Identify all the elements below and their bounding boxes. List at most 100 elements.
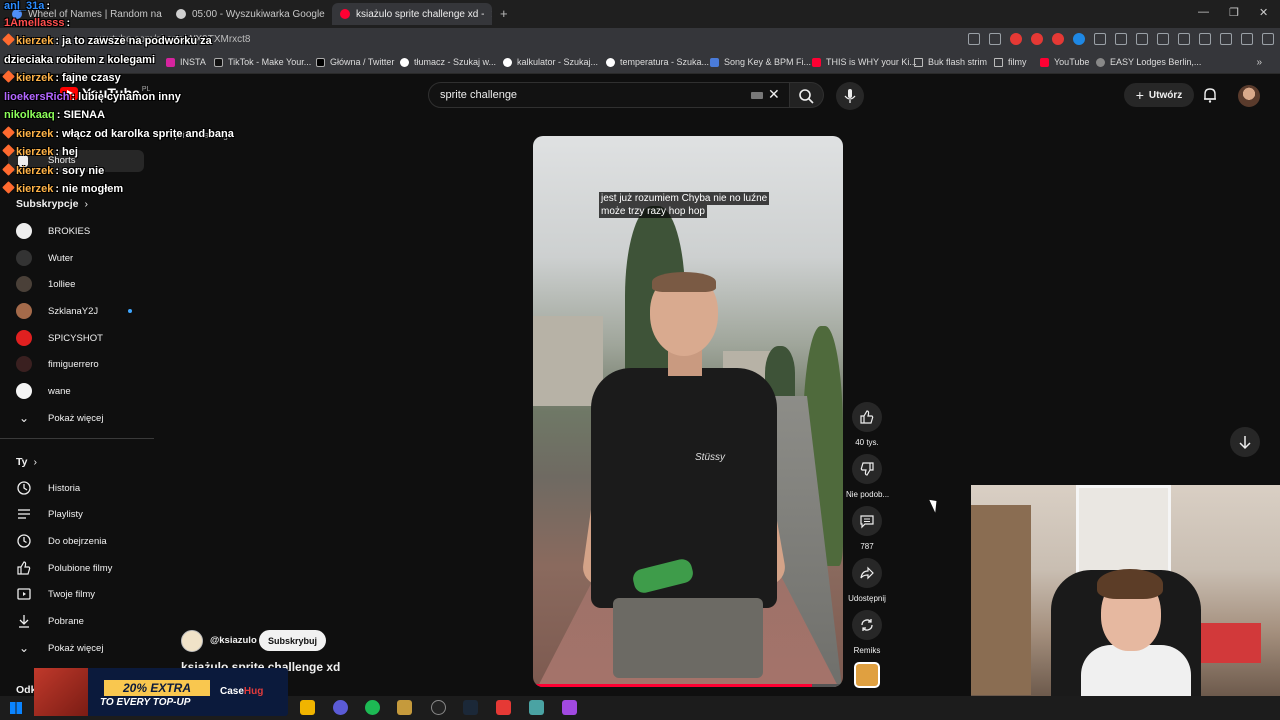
bookmark-temperature[interactable]: temperatura - Szuka... bbox=[606, 57, 709, 67]
sidebar-item-wane[interactable]: wane bbox=[0, 379, 144, 403]
voice-search-button[interactable] bbox=[836, 82, 864, 110]
discord-icon[interactable] bbox=[333, 700, 348, 715]
wallet-icon[interactable] bbox=[1199, 33, 1211, 45]
bookmark-twitter[interactable]: Główna / Twitter bbox=[316, 57, 394, 67]
media-icon[interactable] bbox=[1136, 33, 1148, 45]
copilot-icon[interactable] bbox=[1220, 33, 1232, 45]
extension-puzzle-icon[interactable] bbox=[1115, 33, 1127, 45]
sidebar-item-fimiguerrero[interactable]: fimiguerrero bbox=[0, 352, 144, 376]
google-icon bbox=[400, 57, 409, 67]
thumb-up-icon bbox=[17, 561, 31, 575]
sidebar-item-watch-later[interactable]: Do obejrzenia bbox=[0, 529, 144, 553]
bookmark-folder-buk[interactable]: Buk flash strim bbox=[914, 57, 987, 67]
sidebar-item-spicyshot[interactable]: SPICYSHOT bbox=[0, 326, 144, 350]
channel-handle[interactable]: @ksiazulo bbox=[210, 635, 257, 646]
google-icon bbox=[176, 9, 186, 19]
search-button[interactable] bbox=[790, 82, 824, 108]
comments-button[interactable]: 787 bbox=[846, 506, 888, 551]
account-avatar[interactable] bbox=[1238, 85, 1260, 107]
sidebar-item-downloads[interactable]: Pobrane bbox=[0, 609, 144, 633]
show-more-subscriptions[interactable]: ⌄ Pokaż więcej bbox=[0, 406, 144, 430]
channel-avatar[interactable] bbox=[181, 630, 203, 652]
share-label: Udostępnij bbox=[848, 594, 886, 603]
like-button[interactable]: 40 tys. bbox=[846, 402, 888, 447]
obs-icon[interactable] bbox=[431, 700, 446, 715]
menu-icon[interactable] bbox=[1262, 33, 1274, 45]
video-progress-bar[interactable] bbox=[533, 684, 843, 687]
reading-list-icon[interactable] bbox=[1157, 33, 1169, 45]
sidebar-item-szklanay2j[interactable]: SzklanaY2J bbox=[0, 299, 144, 323]
bookmarks-overflow-icon[interactable]: » bbox=[1256, 57, 1262, 68]
badge-icon bbox=[2, 163, 15, 176]
sidebar-item-playlists[interactable]: Playlisty bbox=[0, 502, 144, 526]
minimize-icon[interactable]: — bbox=[1198, 6, 1209, 18]
bookmark-translate[interactable]: tłumacz - Szukaj w... bbox=[400, 57, 496, 67]
share-page-icon[interactable] bbox=[989, 33, 1001, 45]
clear-search-icon[interactable]: ✕ bbox=[768, 86, 780, 103]
tab-google-search[interactable]: 05:00 - Wyszukiwarka Google bbox=[168, 3, 328, 25]
search-input[interactable]: sprite challenge ✕ bbox=[428, 82, 790, 108]
sidebar-item-liked-videos[interactable]: Polubione filmy bbox=[0, 556, 144, 580]
webcam-person-hair bbox=[1097, 569, 1163, 599]
dislike-button[interactable]: Nie podob... bbox=[846, 454, 889, 499]
youtube-app-icon[interactable] bbox=[496, 700, 511, 715]
extension-youtube-icon[interactable] bbox=[1052, 33, 1064, 45]
google-icon bbox=[503, 57, 512, 67]
bookmark-youtube[interactable]: YouTube bbox=[1040, 57, 1089, 67]
sidebar-icon[interactable] bbox=[1178, 33, 1190, 45]
badge-icon bbox=[2, 181, 15, 194]
steam-icon[interactable] bbox=[463, 700, 478, 715]
bookmark-easy-lodges[interactable]: EASY Lodges Berlin,... bbox=[1096, 57, 1201, 67]
keyboard-icon[interactable] bbox=[751, 92, 763, 99]
extension-adblock-icon[interactable] bbox=[1031, 33, 1043, 45]
channel-sound-thumbnail[interactable] bbox=[854, 662, 880, 688]
windows-start-icon[interactable] bbox=[10, 702, 22, 714]
you-header[interactable]: Ty › bbox=[16, 456, 37, 468]
bookmark-folder-filmy[interactable]: filmy bbox=[994, 57, 1027, 67]
next-video-button[interactable] bbox=[1230, 427, 1260, 457]
notifications-bell-icon[interactable] bbox=[1201, 86, 1219, 104]
spotify-icon[interactable] bbox=[365, 700, 380, 715]
close-tab-icon[interactable]: ✕ bbox=[490, 8, 492, 21]
clock-icon bbox=[17, 534, 31, 548]
extension-red-icon[interactable] bbox=[1010, 33, 1022, 45]
channel-avatar bbox=[16, 223, 32, 239]
bookmark-song-key[interactable]: Song Key & BPM Fi... bbox=[710, 57, 811, 67]
shield-icon[interactable] bbox=[1241, 33, 1253, 45]
shorts-video-player[interactable]: Stüssy jest już rozumiem Chyba nie no lu… bbox=[533, 136, 843, 687]
video-person-hair bbox=[652, 272, 716, 292]
share-button[interactable]: Udostępnij bbox=[846, 558, 888, 603]
bookmark-this-is-why[interactable]: THIS is WHY your Ki... bbox=[812, 57, 917, 67]
subscriptions-header[interactable]: Subskrypcje › bbox=[16, 198, 88, 210]
chat-message: kierzek: hej bbox=[2, 144, 78, 158]
chat-message: kierzek: sory nie bbox=[2, 163, 104, 177]
restore-icon[interactable]: ❐ bbox=[1229, 6, 1239, 19]
bookmark-tiktok[interactable]: TikTok - Make Your... bbox=[214, 57, 311, 67]
app-icon[interactable] bbox=[562, 700, 577, 715]
bookmark-calculator[interactable]: kalkulator - Szukaj... bbox=[503, 57, 598, 67]
subscribe-button[interactable]: Subskrybuj bbox=[259, 630, 326, 651]
tab-youtube-active[interactable]: ksiażulo sprite challenge xd - ✕ bbox=[332, 3, 492, 25]
extension-icon[interactable] bbox=[1094, 33, 1106, 45]
new-tab-button[interactable]: + bbox=[500, 6, 508, 21]
globe-icon bbox=[1096, 57, 1105, 67]
ad-brand: CaseHug bbox=[220, 686, 264, 697]
bookmark-insta[interactable]: INSTA bbox=[166, 57, 206, 67]
sidebar-item-wuter[interactable]: Wuter bbox=[0, 246, 144, 270]
sidebar-item-your-videos[interactable]: Twoje filmy bbox=[0, 582, 144, 606]
sidebar-item-1olliee[interactable]: 1olliee bbox=[0, 272, 144, 296]
streamer-webcam bbox=[971, 485, 1280, 696]
channel-avatar bbox=[16, 303, 32, 319]
install-icon[interactable] bbox=[968, 33, 980, 45]
show-more-you[interactable]: ⌄ Pokaż więcej bbox=[0, 636, 144, 660]
extension-blue-icon[interactable] bbox=[1073, 33, 1085, 45]
sidebar-item-brokies[interactable]: BROKIES bbox=[0, 219, 144, 243]
app-icon[interactable] bbox=[529, 700, 544, 715]
app-icon[interactable] bbox=[397, 700, 412, 715]
create-button[interactable]: + Utwórz bbox=[1124, 83, 1194, 107]
file-explorer-icon[interactable] bbox=[300, 700, 315, 715]
sidebar-item-history[interactable]: Historia bbox=[0, 476, 144, 500]
window-close-icon[interactable]: ✕ bbox=[1259, 6, 1268, 19]
remix-button[interactable]: Remiks bbox=[846, 610, 888, 655]
shirt-logo: Stüssy bbox=[695, 452, 726, 463]
